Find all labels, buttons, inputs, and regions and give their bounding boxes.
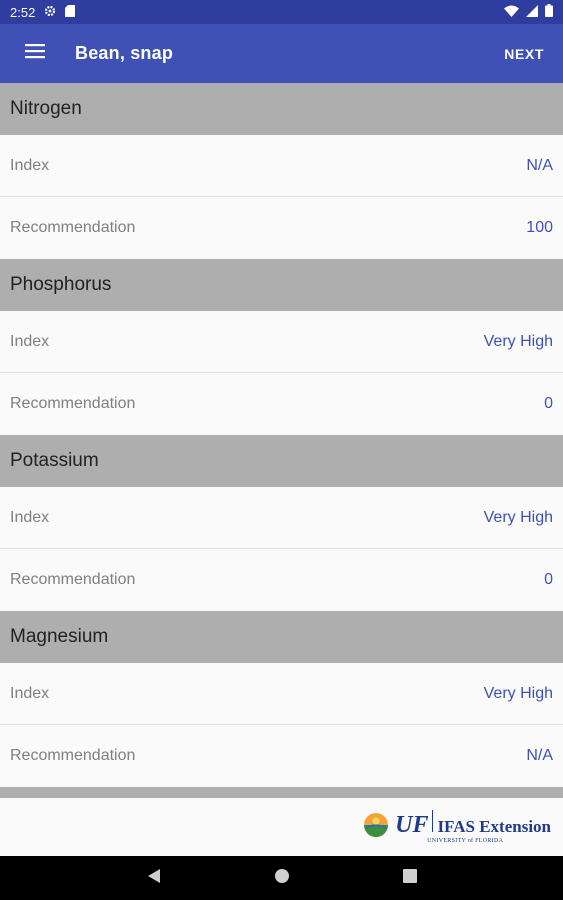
index-row: Index Very High	[0, 311, 563, 373]
sd-card-icon	[65, 4, 76, 20]
recommendation-row: Recommendation 100	[0, 197, 563, 259]
recommendation-row: Recommendation 0	[0, 549, 563, 611]
index-value: Very High	[483, 332, 553, 350]
recommendation-row: Recommendation N/A	[0, 725, 563, 787]
index-value: N/A	[526, 156, 553, 174]
cell-signal-icon	[526, 4, 538, 20]
page-title: Bean, snap	[75, 43, 174, 63]
logo-divider	[432, 810, 434, 832]
back-icon	[147, 868, 161, 889]
recents-button[interactable]	[398, 866, 422, 890]
footer: UF IFAS Extension UNIVERSITY of FLORIDA	[0, 798, 563, 856]
recommendation-value: 100	[526, 219, 553, 236]
recommendation-value: N/A	[526, 747, 553, 764]
logo-text: UF IFAS Extension UNIVERSITY of FLORIDA	[395, 810, 551, 844]
hamburger-menu-icon	[25, 43, 45, 64]
logo-uf: UF	[395, 812, 429, 838]
home-button[interactable]	[270, 866, 294, 890]
recommendation-label: Recommendation	[10, 219, 136, 236]
section-header: Nitrogen	[0, 83, 563, 135]
recommendation-label: Recommendation	[10, 395, 136, 412]
status-left: 2:52	[10, 4, 76, 20]
index-label: Index	[10, 508, 50, 526]
logo-ifas: IFAS Extension	[437, 817, 551, 836]
wifi-icon	[504, 5, 519, 20]
index-label: Index	[10, 156, 50, 174]
next-button[interactable]: NEXT	[504, 46, 544, 62]
logo-university: UNIVERSITY of FLORIDA	[427, 838, 504, 844]
uf-ifas-logo: UF IFAS Extension UNIVERSITY of FLORIDA	[363, 810, 551, 844]
menu-button[interactable]	[22, 41, 48, 67]
section-potassium: Potassium Index Very High Recommendation…	[0, 435, 563, 611]
status-bar: 2:52	[0, 0, 563, 24]
index-label: Index	[10, 684, 50, 702]
section-phosphorus: Phosphorus Index Very High Recommendatio…	[0, 259, 563, 435]
battery-icon	[545, 4, 553, 20]
back-button[interactable]	[142, 866, 166, 890]
home-icon	[274, 868, 290, 889]
index-row: Index Very High	[0, 487, 563, 549]
recents-icon	[402, 868, 417, 888]
results-list[interactable]: Nitrogen Index N/A Recommendation 100 Ph…	[0, 83, 563, 856]
section-header: Magnesium	[0, 611, 563, 663]
recommendation-label: Recommendation	[10, 571, 136, 588]
section-magnesium: Magnesium Index Very High Recommendation…	[0, 611, 563, 787]
app-bar: Bean, snap NEXT	[0, 24, 563, 83]
section-header: Phosphorus	[0, 259, 563, 311]
settings-icon	[44, 5, 56, 20]
section-nitrogen: Nitrogen Index N/A Recommendation 100	[0, 83, 563, 259]
logo-main: UF IFAS Extension	[395, 810, 551, 837]
system-nav-bar	[0, 856, 563, 900]
section-header: Potassium	[0, 435, 563, 487]
status-time: 2:52	[10, 4, 36, 20]
index-value: Very High	[483, 684, 553, 702]
recommendation-row: Recommendation 0	[0, 373, 563, 435]
recommendation-value: 0	[544, 571, 553, 588]
index-label: Index	[10, 332, 50, 350]
recommendation-value: 0	[544, 395, 553, 412]
status-right	[504, 4, 553, 20]
ifas-emblem-icon	[363, 812, 389, 843]
index-value: Very High	[483, 508, 553, 526]
index-row: Index N/A	[0, 135, 563, 197]
index-row: Index Very High	[0, 663, 563, 725]
recommendation-label: Recommendation	[10, 747, 136, 764]
